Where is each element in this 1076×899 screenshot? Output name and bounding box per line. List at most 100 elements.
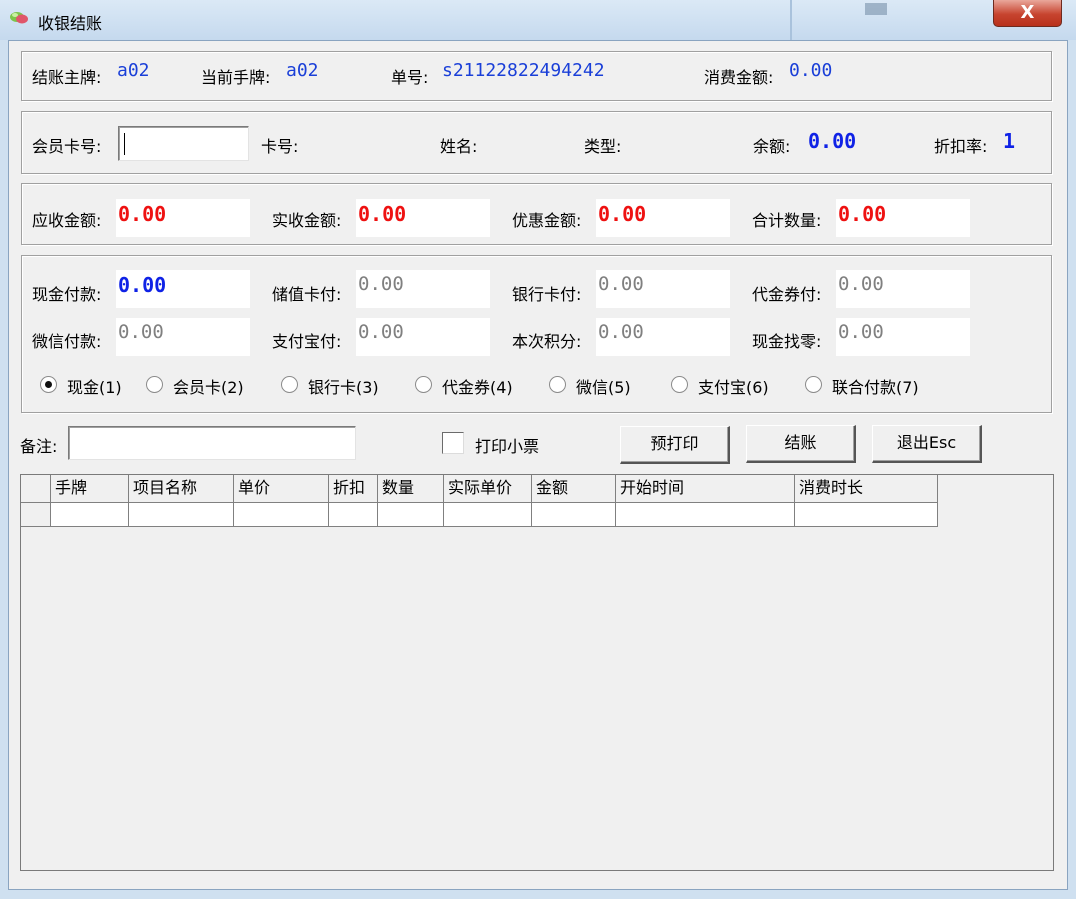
table-cell[interactable] [795, 503, 938, 527]
checkout-tag-label: 结账主牌: [32, 68, 102, 87]
bank-card-pay-label: 银行卡付: [512, 285, 582, 304]
name-label: 姓名: [440, 137, 478, 156]
column-header-row-header[interactable] [21, 475, 51, 503]
app-icon [10, 12, 28, 24]
column-header-start-time[interactable]: 开始时间 [616, 475, 795, 503]
checkout-button[interactable]: 结账 [746, 425, 856, 463]
column-header-hand-tag[interactable]: 手牌 [51, 475, 129, 503]
order-no-label: 单号: [391, 68, 429, 87]
alipay-pay-label: 支付宝付: [272, 332, 342, 351]
received-label: 实收金额: [272, 211, 342, 230]
table-cell[interactable] [378, 503, 444, 527]
radio-label-combined[interactable]: 联合付款(7) [832, 374, 919, 398]
background-window-fragment [865, 3, 887, 15]
bank-card-pay-field[interactable]: 0.00 [596, 270, 730, 308]
amount-summary-group: 应收金额: 0.00 实收金额: 0.00 优惠金额: 0.00 合计数量: 0… [21, 183, 1052, 245]
table-cell[interactable] [129, 503, 234, 527]
total-qty-field: 0.00 [836, 199, 970, 237]
table-cell[interactable] [234, 503, 329, 527]
bank-card-pay-value: 0.00 [598, 273, 644, 295]
cash-pay-label: 现金付款: [32, 285, 102, 304]
order-info-group: 结账主牌: a02 当前手牌: a02 单号: s21122822494242 … [21, 51, 1052, 101]
column-header-item-name[interactable]: 项目名称 [129, 475, 234, 503]
payment-group: 现金付款: 0.00 储值卡付: 0.00 银行卡付: 0.00 代金券付: 0… [21, 255, 1052, 413]
receivable-label: 应收金额: [32, 211, 102, 230]
column-header-actual-price[interactable]: 实际单价 [444, 475, 532, 503]
current-tag-value: a02 [286, 60, 319, 81]
radio-label-wechat[interactable]: 微信(5) [576, 374, 631, 398]
consume-amount-label: 消费金额: [704, 68, 774, 87]
discount-amount-value: 0.00 [598, 202, 647, 226]
exit-button[interactable]: 退出Esc [872, 425, 982, 463]
column-header-amount[interactable]: 金额 [532, 475, 616, 503]
balance-value: 0.00 [808, 129, 857, 153]
table-cell[interactable] [51, 503, 129, 527]
order-no-value: s21122822494242 [442, 60, 605, 81]
voucher-pay-value: 0.00 [838, 273, 884, 295]
column-header-unit-price[interactable]: 单价 [234, 475, 329, 503]
card-no-label: 卡号: [261, 137, 299, 156]
wechat-pay-field[interactable]: 0.00 [116, 318, 250, 356]
alipay-pay-field[interactable]: 0.00 [356, 318, 490, 356]
table-cell[interactable] [532, 503, 616, 527]
member-card-input[interactable] [118, 126, 249, 161]
cash-change-value: 0.00 [838, 321, 884, 343]
wechat-pay-value: 0.00 [118, 321, 164, 343]
remark-input[interactable] [68, 426, 356, 460]
consume-amount-value: 0.00 [789, 60, 833, 81]
discount-amount-field: 0.00 [596, 199, 730, 237]
total-qty-value: 0.00 [838, 202, 887, 226]
radio-label-cash[interactable]: 现金(1) [67, 374, 122, 398]
preprint-button[interactable]: 预打印 [620, 426, 730, 464]
received-value: 0.00 [358, 202, 407, 226]
remark-label: 备注: [20, 437, 58, 456]
member-card-input-label: 会员卡号: [32, 137, 102, 156]
close-button[interactable]: X [993, 0, 1062, 27]
cash-pay-field[interactable]: 0.00 [116, 270, 250, 308]
background-window-edge [790, 0, 792, 40]
alipay-pay-value: 0.00 [358, 321, 404, 343]
stored-card-pay-field[interactable]: 0.00 [356, 270, 490, 308]
points-value: 0.00 [598, 321, 644, 343]
discount-amount-label: 优惠金额: [512, 211, 582, 230]
radio-combined[interactable] [805, 376, 822, 393]
stored-card-pay-value: 0.00 [358, 273, 404, 295]
voucher-pay-label: 代金券付: [752, 285, 822, 304]
stored-card-pay-label: 储值卡付: [272, 285, 342, 304]
radio-bank-card[interactable] [281, 376, 298, 393]
column-header-duration[interactable]: 消费时长 [795, 475, 938, 503]
radio-label-voucher[interactable]: 代金券(4) [442, 374, 513, 398]
table-cell[interactable] [444, 503, 532, 527]
cash-change-field: 0.00 [836, 318, 970, 356]
radio-alipay[interactable] [671, 376, 688, 393]
window-title: 收银结账 [38, 14, 103, 33]
total-qty-label: 合计数量: [752, 211, 822, 230]
radio-wechat[interactable] [549, 376, 566, 393]
table-cell[interactable] [329, 503, 378, 527]
table-cell[interactable] [616, 503, 795, 527]
radio-member-card[interactable] [146, 376, 163, 393]
discount-rate-value: 1 [1003, 129, 1016, 153]
print-receipt-checkbox[interactable] [442, 432, 464, 454]
radio-label-bank-card[interactable]: 银行卡(3) [308, 374, 379, 398]
column-header-discount[interactable]: 折扣 [329, 475, 378, 503]
points-label: 本次积分: [512, 332, 582, 351]
points-field: 0.00 [596, 318, 730, 356]
radio-cash[interactable] [40, 376, 57, 393]
balance-label: 余额: [753, 137, 791, 156]
voucher-pay-field[interactable]: 0.00 [836, 270, 970, 308]
column-header-quantity[interactable]: 数量 [378, 475, 444, 503]
row-selector[interactable] [21, 503, 51, 527]
radio-label-alipay[interactable]: 支付宝(6) [698, 374, 769, 398]
checkout-tag-value: a02 [117, 60, 150, 81]
consumption-table[interactable]: 手牌 项目名称 单价 折扣 数量 实际单价 金额 开始时间 消费时长 [20, 474, 1054, 871]
radio-voucher[interactable] [415, 376, 432, 393]
current-tag-label: 当前手牌: [201, 68, 271, 87]
member-group: 会员卡号: 卡号: 姓名: 类型: 余额: 0.00 折扣率: 1 [21, 111, 1052, 174]
discount-rate-label: 折扣率: [934, 137, 988, 156]
received-field: 0.00 [356, 199, 490, 237]
text-caret [124, 133, 125, 155]
radio-label-member-card[interactable]: 会员卡(2) [173, 374, 244, 398]
type-label: 类型: [584, 137, 622, 156]
cash-pay-value: 0.00 [118, 273, 167, 297]
